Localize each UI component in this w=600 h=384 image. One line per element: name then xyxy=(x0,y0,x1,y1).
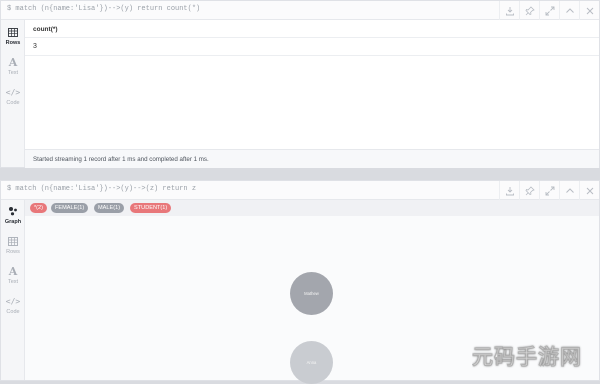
result-frame-count: $ match (n{name:'Lisa'})-->(y) return co… xyxy=(0,0,600,168)
view-rows-label: Rows xyxy=(5,40,21,46)
status-bar: Started streaming 1 record after 1 ms an… xyxy=(25,149,599,168)
code-icon: </> xyxy=(5,297,21,306)
node-caption: Mathew xyxy=(304,291,319,296)
pin-icon[interactable] xyxy=(519,1,539,20)
view-text-label: Text xyxy=(7,279,19,285)
text-icon: A xyxy=(8,265,18,278)
view-sidebar: Rows A Text </> Code xyxy=(1,20,25,167)
close-icon[interactable] xyxy=(579,181,599,200)
command-text[interactable]: $ match (n{name:'Lisa'})-->(y) return co… xyxy=(7,5,200,13)
view-text-label: Text xyxy=(7,70,19,76)
status-text: Started streaming 1 record after 1 ms an… xyxy=(33,156,209,163)
divider xyxy=(25,55,599,56)
label-pill[interactable]: MALE(1) xyxy=(94,203,125,213)
frame-actions xyxy=(499,1,599,20)
frame-actions xyxy=(499,181,599,200)
collapse-icon[interactable] xyxy=(559,181,579,200)
label-pill[interactable]: STUDENT(1) xyxy=(130,203,172,213)
expand-icon[interactable] xyxy=(539,181,559,200)
command-bar: $ match (n{name:'Lisa'})-->(y) return co… xyxy=(1,1,599,20)
command-text[interactable]: $ match (n{name:'Lisa'})-->(y)-->(z) ret… xyxy=(7,185,196,193)
expand-icon[interactable] xyxy=(539,1,559,20)
pin-icon[interactable] xyxy=(519,181,539,200)
watermark: 元码手游网 xyxy=(472,342,584,375)
download-icon[interactable] xyxy=(499,181,519,200)
node-caption: Anna xyxy=(306,360,317,365)
view-code-button[interactable]: </> Code xyxy=(1,87,25,106)
download-icon[interactable] xyxy=(499,1,519,20)
label-legend-bar: *(2) FEMALE(1) MALE(1) STUDENT(1) xyxy=(25,200,599,216)
view-code-button[interactable]: </> Code xyxy=(1,296,25,315)
column-header: count(*) xyxy=(33,26,58,33)
code-icon: </> xyxy=(5,88,21,97)
view-rows-button[interactable]: Rows xyxy=(1,236,25,255)
table-icon xyxy=(1,236,25,248)
view-sidebar: Graph Rows A Text </> Code xyxy=(1,200,25,380)
view-code-label: Code xyxy=(6,100,20,106)
graph-node[interactable]: Mathew xyxy=(290,272,333,315)
table-icon xyxy=(1,27,25,39)
collapse-icon[interactable] xyxy=(559,1,579,20)
command-bar: $ match (n{name:'Lisa'})-->(y)-->(z) ret… xyxy=(1,181,599,200)
close-icon[interactable] xyxy=(579,1,599,20)
view-rows-button[interactable]: Rows xyxy=(1,27,25,46)
view-rows-label: Rows xyxy=(6,249,20,255)
label-pill[interactable]: FEMALE(1) xyxy=(51,203,89,213)
text-icon: A xyxy=(8,56,18,69)
table-cell: 3 xyxy=(33,43,37,50)
view-graph-label: Graph xyxy=(4,219,22,225)
label-pill[interactable]: *(2) xyxy=(30,203,48,213)
view-text-button[interactable]: A Text xyxy=(1,265,25,286)
view-graph-button[interactable]: Graph xyxy=(1,206,25,225)
graph-icon xyxy=(1,206,25,218)
svg-text:元码手游网: 元码手游网 xyxy=(472,345,582,369)
divider xyxy=(25,37,599,38)
view-text-button[interactable]: A Text xyxy=(1,56,25,77)
graph-node[interactable]: Anna xyxy=(290,341,333,384)
view-code-label: Code xyxy=(6,309,20,315)
result-table: count(*) xyxy=(25,20,599,149)
